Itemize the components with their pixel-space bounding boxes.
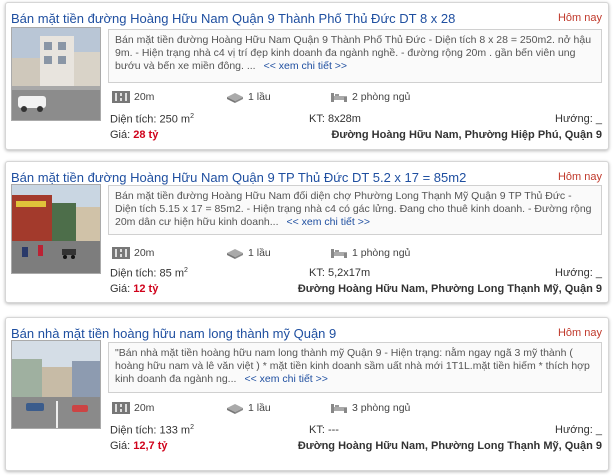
listing-specs-row: Diện tích: 250 m2 KT: 8x28m Hướng: _ — [110, 113, 602, 127]
bedrooms: 2 phòng ngủ — [330, 91, 410, 103]
bed-icon — [330, 91, 348, 103]
listing-photo[interactable] — [11, 27, 101, 121]
price-value: 28 tỷ — [133, 129, 159, 141]
listing-description: Bán mặt tiền đường Hoàng Hữu Nam Quận 9 … — [108, 29, 602, 83]
road-width-icon — [112, 247, 130, 259]
bed-icon — [330, 402, 348, 414]
bedrooms-value: 3 phòng ngủ — [352, 402, 411, 414]
description-text: "Bán nhà mặt tiền hoàng hữu nam long thà… — [115, 347, 590, 385]
listing-description: "Bán nhà mặt tiền hoàng hữu nam long thà… — [108, 342, 602, 393]
view-details-link[interactable]: << xem chi tiết >> — [264, 60, 347, 72]
area-unit-sup: 2 — [190, 113, 194, 120]
view-details-link[interactable]: << xem chi tiết >> — [287, 216, 370, 228]
price-value: 12,7 tỷ — [133, 440, 168, 452]
bedrooms: 3 phòng ngủ — [330, 402, 410, 414]
area-text: Diện tích: 85 m — [110, 267, 184, 280]
area-unit-sup: 2 — [190, 424, 194, 431]
road-width-icon — [112, 402, 130, 414]
listing-price-row: Giá: 12 tỷ Đường Hoàng Hữu Nam, Phường L… — [110, 283, 602, 297]
price-label: Giá: — [110, 283, 131, 295]
view-details-link[interactable]: << xem chi tiết >> — [244, 373, 327, 385]
bedrooms-value: 1 phòng ngủ — [352, 247, 411, 259]
floors-icon — [226, 247, 244, 259]
price-value: 12 tỷ — [133, 283, 159, 295]
listing-date: Hôm nay — [557, 12, 602, 24]
listing-title[interactable]: Bán nhà mặt tiền hoàng hữu nam long thàn… — [11, 326, 546, 341]
listing-address: Đường Hoàng Hữu Nam, Phường Long Thạnh M… — [297, 440, 602, 452]
listing-price-row: Giá: 12,7 tỷ Đường Hoàng Hữu Nam, Phường… — [110, 440, 602, 454]
road-width-value: 20m — [134, 402, 155, 414]
direction: Hướng: _ — [555, 113, 602, 125]
road-width: 20m — [112, 247, 154, 259]
listing-price-row: Giá: 28 tỷ Đường Hoàng Hữu Nam, Phường H… — [110, 129, 602, 143]
bedrooms-value: 2 phòng ngủ — [352, 91, 411, 103]
area-text: Diện tích: 133 m — [110, 424, 191, 437]
bedrooms: 1 phòng ngủ — [330, 247, 410, 259]
listing-facts: 20m 1 lầu 1 phòng ngủ — [108, 247, 602, 265]
area: Diện tích: 133 m2 — [110, 424, 194, 437]
listing-facts: 20m 1 lầu 3 phòng ngủ — [108, 402, 602, 420]
bed-icon — [330, 247, 348, 259]
price-block: Giá: 12,7 tỷ — [110, 440, 168, 452]
listing-photo[interactable] — [11, 184, 101, 274]
floors-value: 1 lầu — [248, 91, 271, 103]
dimensions: KT: --- — [309, 424, 339, 436]
listing-description: Bán mặt tiền đường Hoàng Hữu Nam đối diệ… — [108, 185, 602, 235]
price-block: Giá: 12 tỷ — [110, 283, 158, 295]
price-label: Giá: — [110, 129, 131, 141]
floors-icon — [226, 91, 244, 103]
listing-card[interactable]: Bán nhà mặt tiền hoàng hữu nam long thàn… — [5, 317, 609, 471]
floors: 1 lầu — [226, 247, 271, 259]
area-unit-sup: 2 — [183, 267, 188, 274]
listing-title[interactable]: Bán mặt tiền đường Hoàng Hữu Nam Quận 9 … — [11, 11, 546, 26]
listing-card[interactable]: Bán mặt tiền đường Hoàng Hữu Nam Quận 9 … — [5, 161, 609, 303]
dimensions: KT: 5,2x17m — [309, 267, 371, 279]
price-label: Giá: — [110, 440, 131, 452]
area: Diện tích: 85 m2 — [110, 267, 188, 280]
listing-specs-row: Diện tích: 133 m2 KT: --- Hướng: _ — [110, 424, 602, 438]
floors-icon — [226, 402, 244, 414]
description-text: Bán mặt tiền đường Hoàng Hữu Nam Quận 9 … — [115, 34, 592, 72]
listing-specs-row: Diện tích: 85 m2 KT: 5,2x17m Hướng: _ — [110, 267, 602, 281]
road-width: 20m — [112, 402, 154, 414]
road-width-value: 20m — [134, 247, 155, 259]
area: Diện tích: 250 m2 — [110, 113, 194, 126]
direction: Hướng: _ — [555, 267, 602, 279]
area-text: Diện tích: 250 m — [110, 113, 191, 126]
listing-date: Hôm nay — [557, 327, 602, 339]
listing-page: Bán mặt tiền đường Hoàng Hữu Nam Quận 9 … — [0, 0, 615, 475]
price-block: Giá: 28 tỷ — [110, 129, 158, 141]
dimensions: KT: 8x28m — [309, 113, 361, 125]
listing-address: Đường Hoàng Hữu Nam, Phường Hiệp Phú, Qu… — [331, 129, 602, 141]
listing-photo[interactable] — [11, 340, 101, 429]
road-width: 20m — [112, 91, 154, 103]
floors: 1 lầu — [226, 91, 271, 103]
listing-title[interactable]: Bán mặt tiền đường Hoàng Hữu Nam Quận 9 … — [11, 170, 546, 185]
listing-address: Đường Hoàng Hữu Nam, Phường Long Thạnh M… — [297, 283, 602, 295]
direction: Hướng: _ — [555, 424, 602, 436]
road-width-icon — [112, 91, 130, 103]
listing-date: Hôm nay — [557, 171, 602, 183]
road-width-value: 20m — [134, 91, 155, 103]
listing-facts: 20m 1 lầu 2 phòng ngủ — [108, 91, 602, 109]
floors: 1 lầu — [226, 402, 271, 414]
listing-card[interactable]: Bán mặt tiền đường Hoàng Hữu Nam Quận 9 … — [5, 2, 609, 150]
floors-value: 1 lầu — [248, 247, 271, 259]
floors-value: 1 lầu — [248, 402, 271, 414]
